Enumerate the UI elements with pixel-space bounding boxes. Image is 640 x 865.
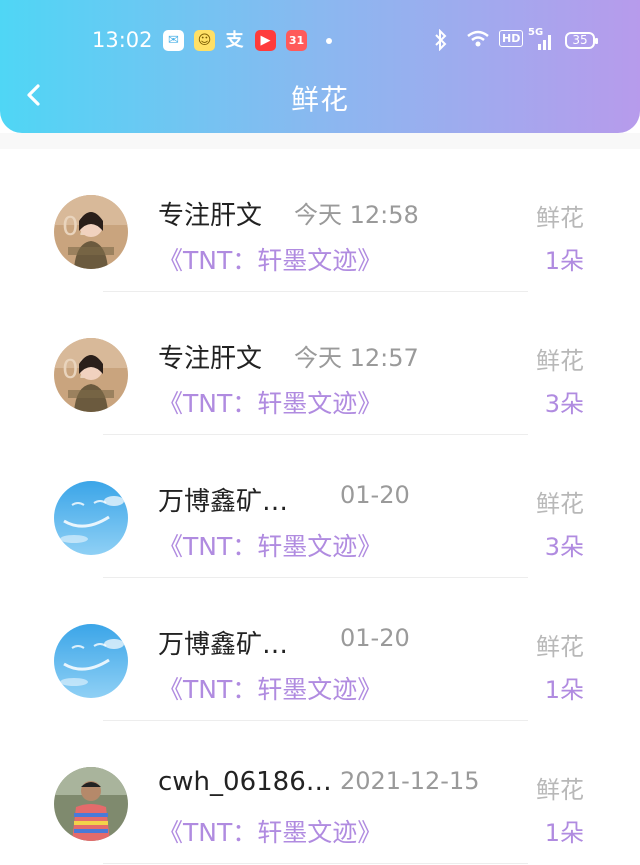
record-time: 今天 12:58 xyxy=(294,201,419,229)
book-title[interactable]: 《TNT：轩墨文迹》 xyxy=(158,527,382,563)
status-bar: 13:02 ✉ ☺ 支 ▶ 31 HD 5G 35 xyxy=(0,26,640,58)
video-icon: ▶ xyxy=(255,30,276,51)
book-title[interactable]: 《TNT：轩墨文迹》 xyxy=(158,670,382,706)
bluetooth-icon xyxy=(433,28,449,55)
more-notifications-dot xyxy=(326,38,332,44)
app-icon: ☺ xyxy=(194,30,215,51)
list-item[interactable]: 02 专注肝文 今天 12:58 《TNT：轩墨文迹》 鲜花 1朵 xyxy=(0,149,640,292)
gift-count: 1朵 xyxy=(544,247,584,275)
gift-type: 鲜花 xyxy=(536,633,584,661)
mail-icon: ✉ xyxy=(163,30,184,51)
flower-record-list: 02 专注肝文 今天 12:58 《TNT：轩墨文迹》 鲜花 1朵 02 专注肝文 今天 12:… xyxy=(0,149,640,864)
record-time: 01-20 xyxy=(340,481,410,509)
avatar[interactable] xyxy=(54,624,128,698)
user-name: 万博鑫矿… xyxy=(158,630,289,660)
gift-type: 鲜花 xyxy=(536,347,584,375)
avatar[interactable] xyxy=(54,767,128,841)
row-divider xyxy=(103,863,528,864)
gift-type: 鲜花 xyxy=(536,204,584,232)
battery-indicator: 35 xyxy=(565,32,598,49)
avatar[interactable]: 02 xyxy=(54,338,128,412)
gift-count: 1朵 xyxy=(544,819,584,847)
record-time: 01-20 xyxy=(340,624,410,652)
gift-type: 鲜花 xyxy=(536,776,584,804)
list-item[interactable]: 万博鑫矿… 01-20 《TNT：轩墨文迹》 鲜花 1朵 xyxy=(0,578,640,721)
list-item[interactable]: cwh_06186… 2021-12-15 《TNT：轩墨文迹》 鲜花 1朵 xyxy=(0,721,640,864)
hd-icon: HD xyxy=(499,30,524,47)
wifi-icon xyxy=(466,29,490,53)
gift-count: 1朵 xyxy=(544,676,584,704)
page-title: 鲜花 xyxy=(290,83,349,116)
signal-icon xyxy=(533,34,553,54)
header-spacer xyxy=(0,133,640,149)
book-title[interactable]: 《TNT：轩墨文迹》 xyxy=(158,384,382,420)
list-item[interactable]: 万博鑫矿… 01-20 《TNT：轩墨文迹》 鲜花 3朵 xyxy=(0,435,640,578)
record-time: 今天 12:57 xyxy=(294,344,419,372)
book-title[interactable]: 《TNT：轩墨文迹》 xyxy=(158,813,382,849)
gift-type: 鲜花 xyxy=(536,490,584,518)
user-name: 专注肝文 xyxy=(158,201,263,231)
record-time: 2021-12-15 xyxy=(340,767,480,795)
list-item[interactable]: 02 专注肝文 今天 12:57 《TNT：轩墨文迹》 鲜花 3朵 xyxy=(0,292,640,435)
avatar[interactable]: 02 xyxy=(54,195,128,269)
gift-count: 3朵 xyxy=(544,533,584,561)
avatar[interactable] xyxy=(54,481,128,555)
alipay-icon: 支 xyxy=(225,30,244,51)
user-name: 万博鑫矿… xyxy=(158,487,289,517)
book-title[interactable]: 《TNT：轩墨文迹》 xyxy=(158,241,382,277)
calendar-icon: 31 xyxy=(286,30,307,51)
user-name: 专注肝文 xyxy=(158,344,263,374)
app-header: 13:02 ✉ ☺ 支 ▶ 31 HD 5G 35 鲜花 xyxy=(0,0,640,133)
user-name: cwh_06186… xyxy=(158,767,332,797)
status-time: 13:02 xyxy=(92,28,153,52)
gift-count: 3朵 xyxy=(544,390,584,418)
